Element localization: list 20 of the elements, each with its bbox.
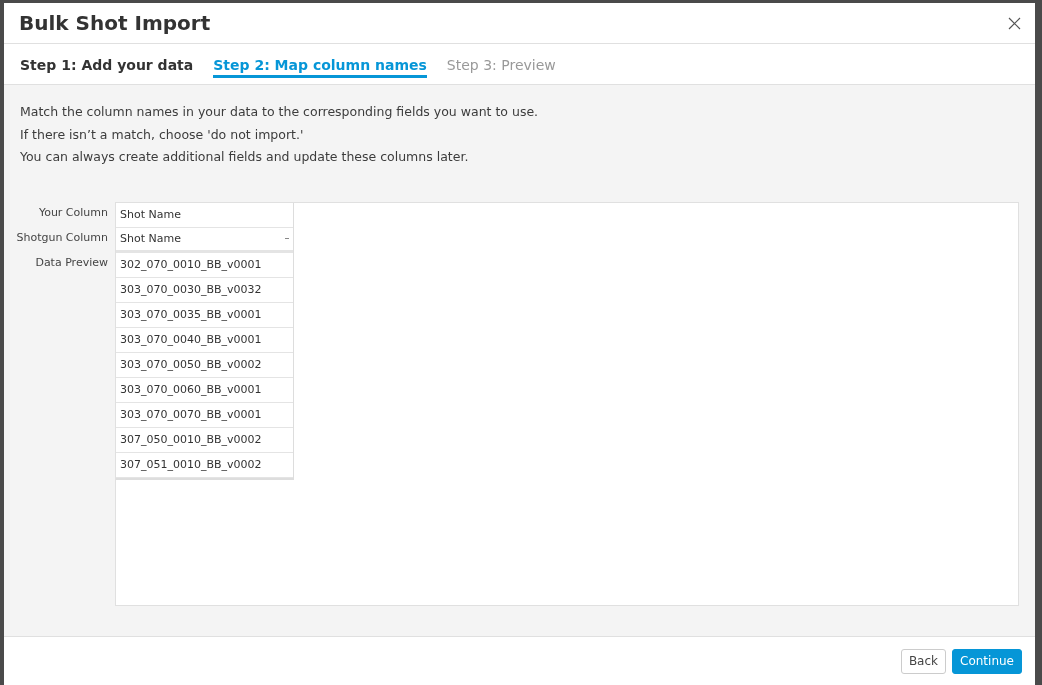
column-name-cell: Shot Name [116, 202, 293, 228]
preview-cell: 303_070_0070_BB_v0001 [116, 402, 293, 428]
preview-cell: 307_051_0010_BB_v0002 [116, 452, 293, 478]
preview-cell: 303_070_0040_BB_v0001 [116, 327, 293, 353]
preview-cell: 303_070_0060_BB_v0001 [116, 377, 293, 403]
dialog-title: Bulk Shot Import [19, 11, 211, 35]
row-label: Shotgun Column [16, 229, 108, 246]
step-tab[interactable]: Step 1: Add your data [20, 44, 194, 78]
row-label: Your Column [38, 204, 108, 221]
instruction-text: You can always create additional fields and update these columns later. [20, 148, 470, 166]
instruction-text: Match the column names in your data to the corresponding fields you want to use. [20, 103, 540, 121]
preview-cell: 303_070_0030_BB_v0032 [116, 277, 293, 303]
preview-cell: 302_070_0010_BB_v0001 [116, 252, 293, 278]
back-button[interactable]: Back [900, 648, 947, 674]
close-icon [1008, 16, 1021, 30]
row-label: Data Preview [35, 254, 108, 271]
instruction-text: If there isn’t a match, choose 'do not import.' [20, 125, 305, 144]
preview-cell: 303_070_0035_BB_v0001 [116, 302, 293, 328]
preview-cell: 307_050_0010_BB_v0002 [116, 427, 293, 453]
preview-cell: 303_070_0050_BB_v0002 [116, 352, 293, 378]
